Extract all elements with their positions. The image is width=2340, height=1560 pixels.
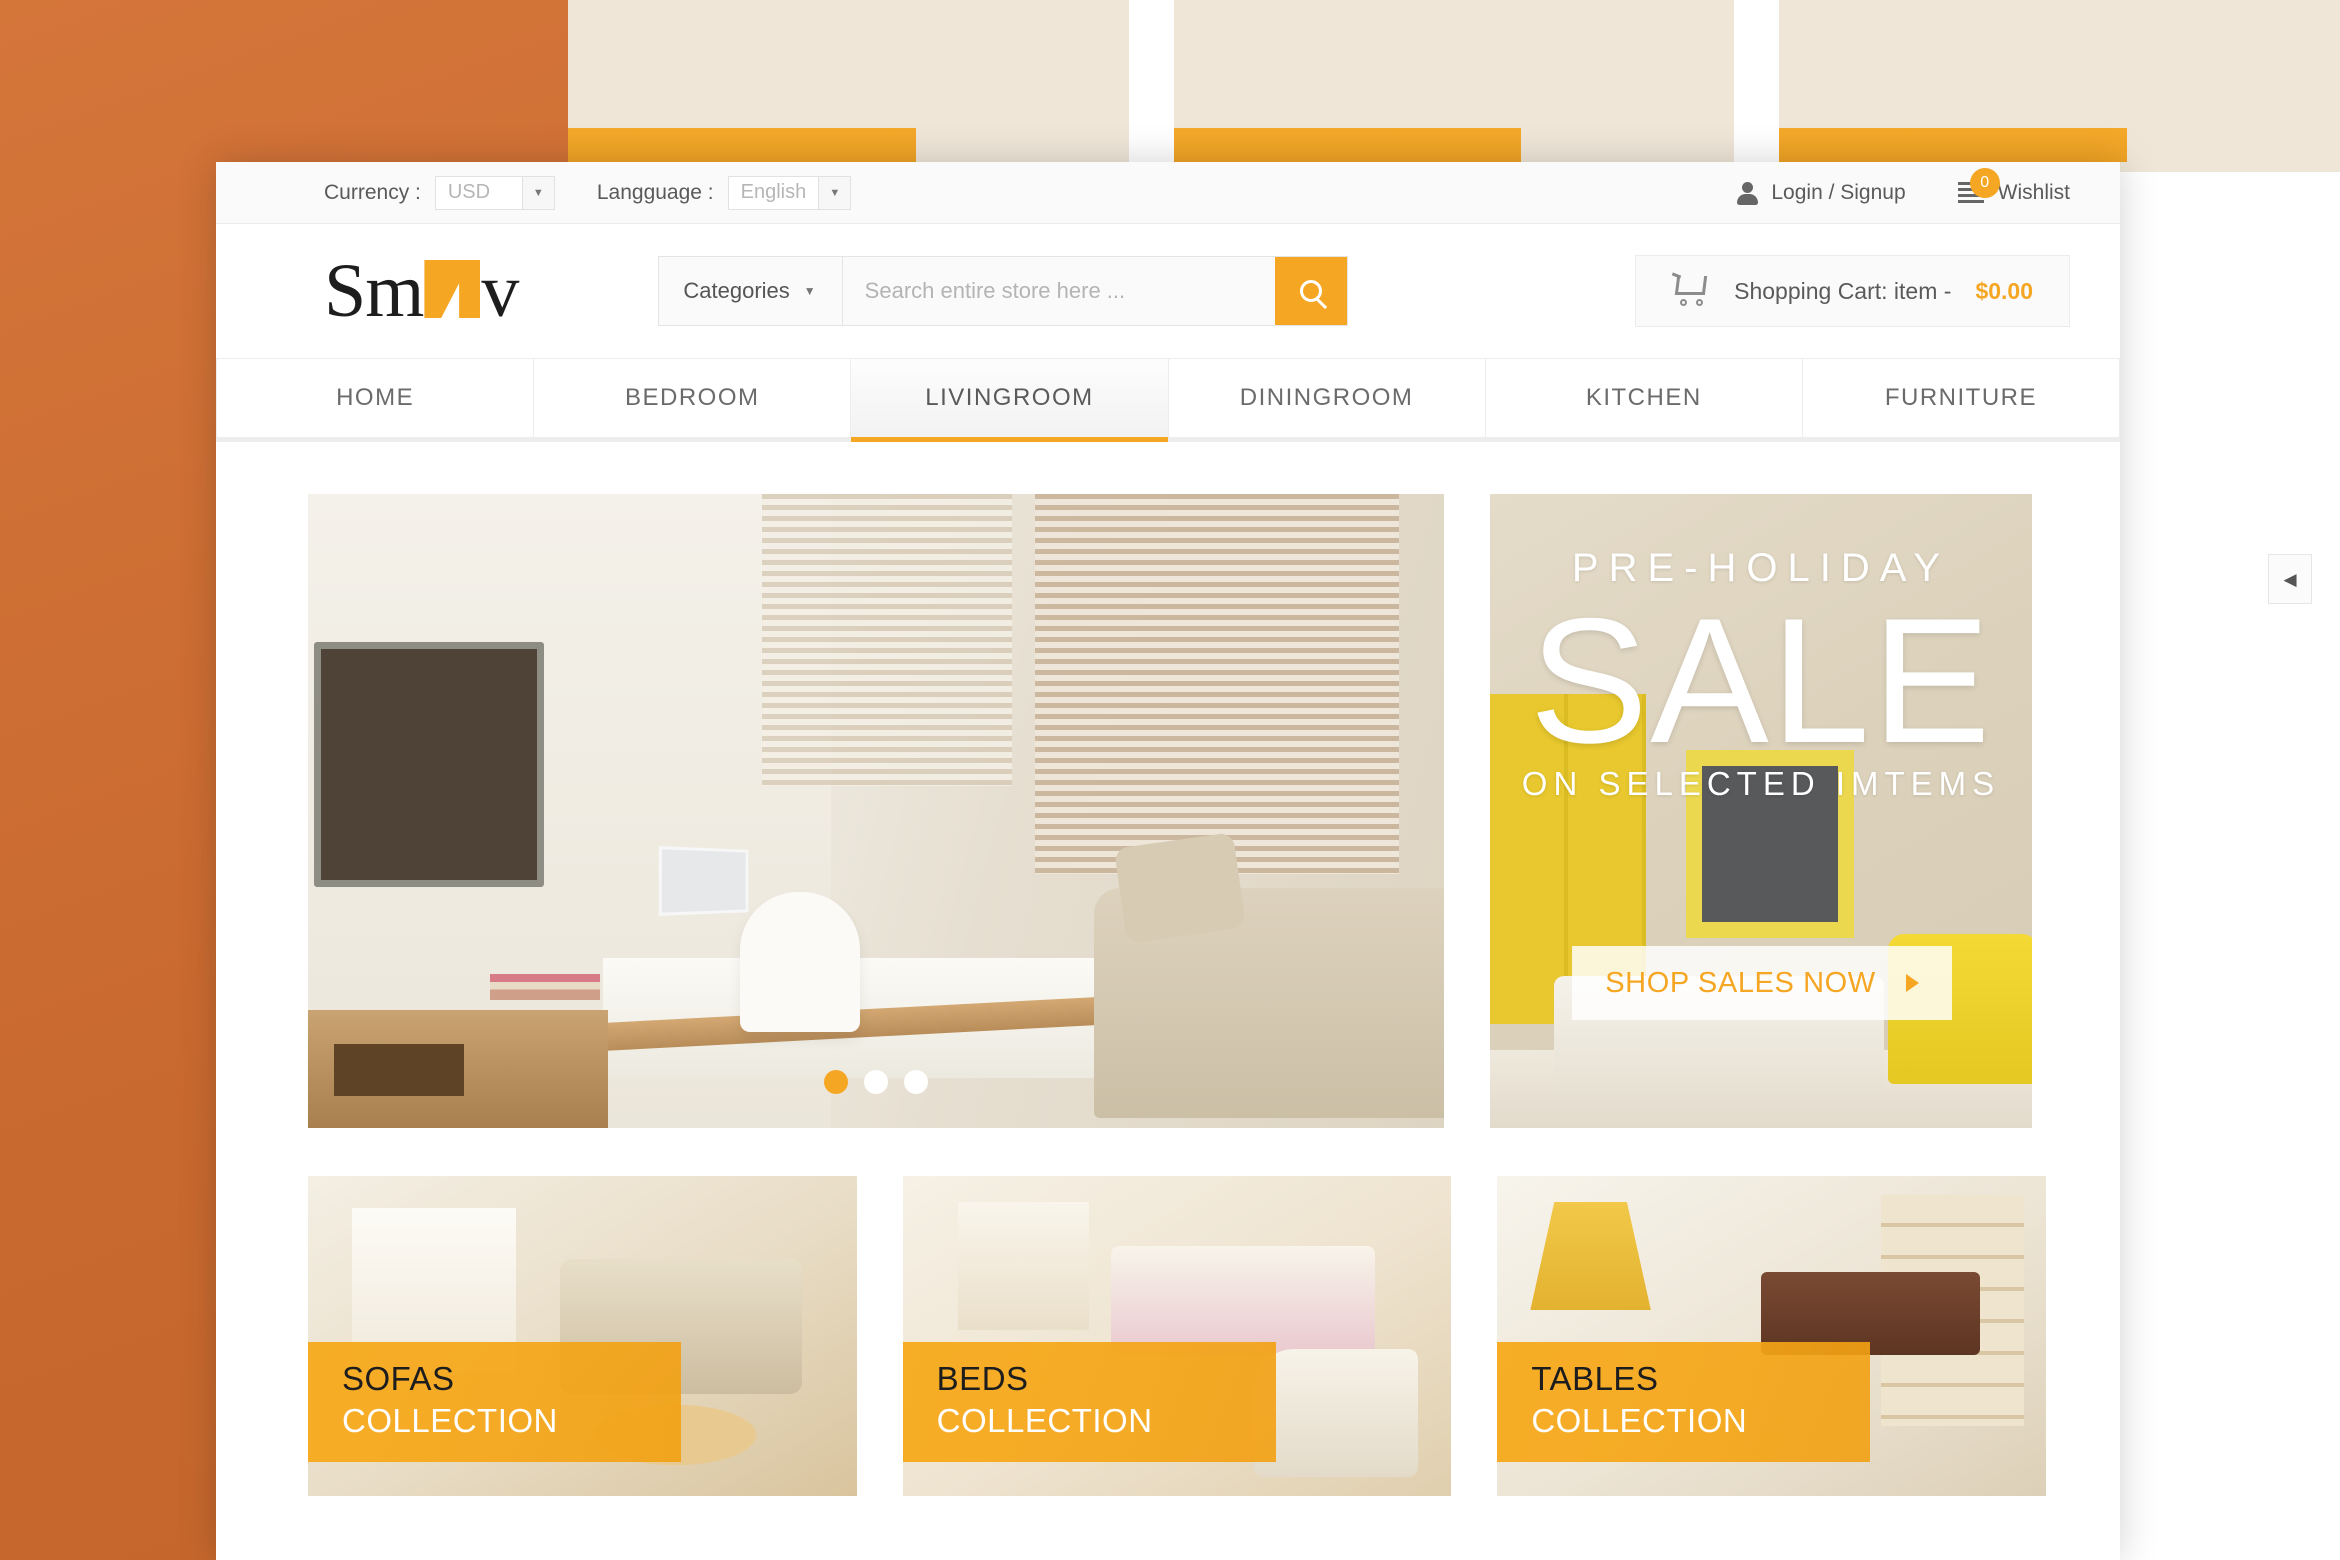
background-collection-tag xyxy=(568,128,916,162)
nav-item-home[interactable]: HOME xyxy=(216,359,535,437)
carousel-dot-3[interactable] xyxy=(904,1070,928,1094)
cart-label: Shopping Cart: item - xyxy=(1734,277,1952,304)
site-header: Sm v Categories ▼ Sho xyxy=(216,224,2120,358)
hero-row: PRE-HOLIDAY SALE ON SELECTED IMTEMS SHOP… xyxy=(308,494,2046,1128)
chevron-down-icon: ▼ xyxy=(521,176,554,209)
background-collection-tag xyxy=(1173,128,1522,162)
nav-item-diningroom[interactable]: DININGROOM xyxy=(1169,359,1486,437)
hero-carousel[interactable] xyxy=(308,494,1444,1128)
chevron-down-icon: ▼ xyxy=(803,284,816,298)
nav-item-kitchen[interactable]: KITCHEN xyxy=(1486,359,1803,437)
logo-triangle-mark-icon xyxy=(424,260,481,318)
shop-sales-now-label: SHOP SALES NOW xyxy=(1605,966,1876,999)
carousel-dot-1[interactable] xyxy=(824,1070,848,1094)
search-icon xyxy=(1300,280,1323,302)
user-icon xyxy=(1737,181,1759,205)
screen-root: ◀ FAUCIBUS $65.00 xyxy=(0,0,2340,1560)
carousel-dot-2[interactable] xyxy=(864,1070,888,1094)
nav-label: LIVINGROOM xyxy=(925,384,1094,411)
logo-text-left: Sm xyxy=(324,249,424,333)
language-selector-group: Langguage : English ▼ xyxy=(596,175,852,210)
sale-subheading: ON SELECTED IMTEMS xyxy=(1521,765,2001,803)
nav-item-livingroom[interactable]: LIVINGROOM xyxy=(851,359,1169,442)
chevron-down-icon: ▼ xyxy=(818,176,851,209)
collection-card-sofas[interactable]: SOFAS COLLECTION xyxy=(308,1176,857,1496)
collection-row: SOFAS COLLECTION BEDS COLLECTION TABLES … xyxy=(308,1176,2047,1496)
storefront-page: Currency : USD ▼ Langguage : English ▼ L… xyxy=(216,162,2120,1560)
collection-subtitle: COLLECTION xyxy=(936,1401,1153,1439)
search-button[interactable] xyxy=(1275,257,1348,325)
sale-banner-text: PRE-HOLIDAY SALE ON SELECTED IMTEMS xyxy=(1490,546,2032,803)
logo-text-right: v xyxy=(481,249,519,333)
background-collection-card[interactable] xyxy=(568,0,1129,172)
collection-card-tables[interactable]: TABLES COLLECTION xyxy=(1497,1176,2047,1496)
collection-label: TABLES COLLECTION xyxy=(1497,1341,1871,1462)
nav-item-bedroom[interactable]: BEDROOM xyxy=(534,359,852,437)
carousel-dots xyxy=(824,1070,928,1094)
collection-title: BEDS xyxy=(936,1359,1029,1397)
language-label: Langguage : xyxy=(596,180,714,204)
sale-headline: SALE xyxy=(1529,581,1993,780)
top-bar-links: Login / Signup 0 Wishlist xyxy=(1737,167,2070,205)
search-bar: Categories ▼ xyxy=(658,256,1349,326)
slider-prev-arrow-icon[interactable]: ◀ xyxy=(2268,554,2312,604)
language-value: English xyxy=(740,181,807,203)
shop-sales-now-button[interactable]: SHOP SALES NOW xyxy=(1572,946,1952,1020)
nav-label: FURNITURE xyxy=(1884,384,2038,411)
collection-label: BEDS COLLECTION xyxy=(902,1341,1276,1462)
background-collection-tag xyxy=(1779,128,2127,162)
site-logo[interactable]: Sm v xyxy=(324,249,519,333)
login-signup-link[interactable]: Login / Signup xyxy=(1737,180,1906,205)
login-signup-label: Login / Signup xyxy=(1771,180,1906,204)
collection-title: SOFAS xyxy=(342,1359,455,1397)
collection-subtitle: COLLECTION xyxy=(342,1401,558,1439)
cart-total: $0.00 xyxy=(1975,277,2033,304)
hero-room-photo xyxy=(308,494,1444,1128)
currency-value: USD xyxy=(447,181,491,203)
categories-label: Categories xyxy=(683,278,790,303)
nav-item-furniture[interactable]: FURNITURE xyxy=(1803,359,2120,437)
collection-subtitle: COLLECTION xyxy=(1531,1401,1748,1439)
background-collection-card[interactable] xyxy=(1779,0,2340,172)
nav-label: HOME xyxy=(336,384,415,411)
top-utility-bar: Currency : USD ▼ Langguage : English ▼ L… xyxy=(216,162,2120,224)
background-collection-row xyxy=(568,0,2340,172)
categories-dropdown[interactable]: Categories ▼ xyxy=(659,257,843,325)
wishlist-icon: 0 xyxy=(1957,167,2000,204)
background-collection-card[interactable] xyxy=(1173,0,1735,172)
collection-title: TABLES xyxy=(1531,1359,1659,1397)
collection-card-beds[interactable]: BEDS COLLECTION xyxy=(902,1176,1452,1496)
search-input[interactable] xyxy=(842,257,1276,325)
wishlist-label: Wishlist xyxy=(1997,180,2070,204)
wishlist-link[interactable]: 0 Wishlist xyxy=(1957,167,2070,205)
main-navigation: HOME BEDROOM LIVINGROOM DININGROOM KITCH… xyxy=(216,358,2120,442)
shopping-cart-button[interactable]: Shopping Cart: item - $0.00 xyxy=(1635,255,2070,327)
nav-label: KITCHEN xyxy=(1585,384,1702,411)
language-select[interactable]: English ▼ xyxy=(727,175,852,210)
currency-selector-group: Currency : USD ▼ xyxy=(324,175,555,210)
wishlist-count-badge: 0 xyxy=(1969,167,2000,198)
nav-label: DININGROOM xyxy=(1239,384,1414,411)
collection-label: SOFAS COLLECTION xyxy=(308,1341,682,1462)
currency-label: Currency : xyxy=(324,180,421,204)
page-content: PRE-HOLIDAY SALE ON SELECTED IMTEMS SHOP… xyxy=(216,442,2120,1496)
sale-banner[interactable]: PRE-HOLIDAY SALE ON SELECTED IMTEMS SHOP… xyxy=(1490,494,2032,1128)
currency-select[interactable]: USD ▼ xyxy=(434,175,555,210)
arrow-right-icon xyxy=(1905,974,1919,992)
cart-icon xyxy=(1671,272,1710,306)
nav-label: BEDROOM xyxy=(625,384,760,411)
